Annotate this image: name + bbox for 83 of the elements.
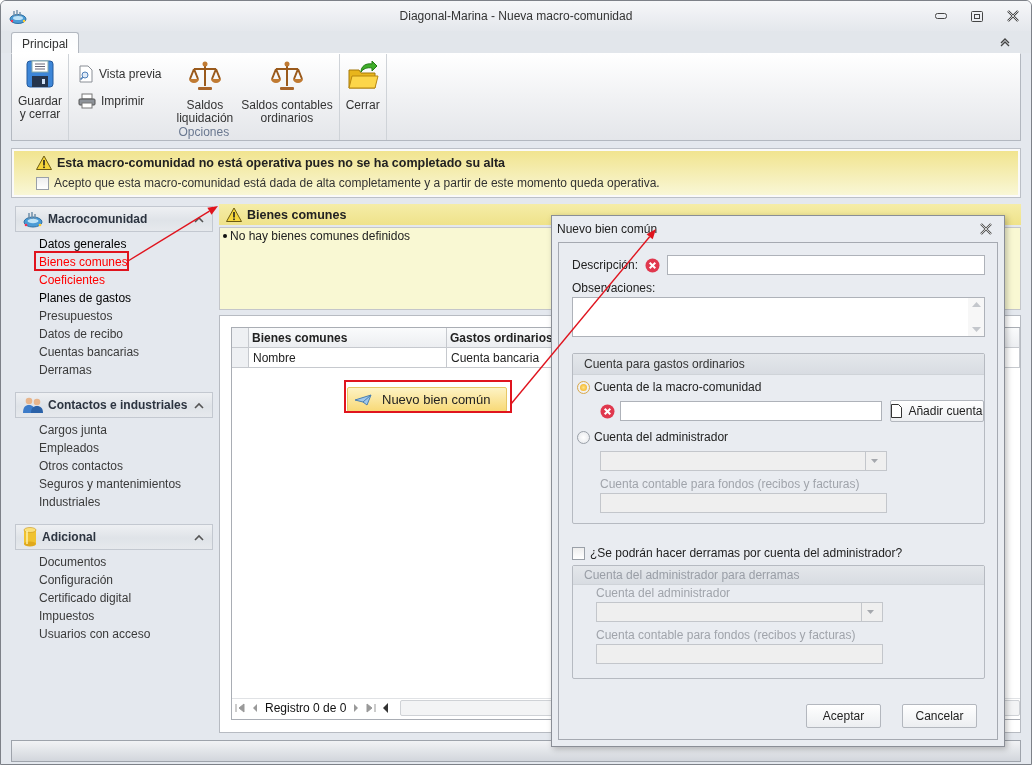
group-title: Cuenta del administrador para derramas <box>573 566 984 585</box>
field-label: Cuenta contable para fondos (recibos y facturas) <box>596 628 857 642</box>
column-header[interactable]: Bienes comunes <box>249 328 447 348</box>
nav-link[interactable]: Industriales <box>39 493 101 511</box>
field-label: Cuenta contable para fondos (recibos y facturas) <box>600 477 861 491</box>
warning-title: Esta macro-comunidad no está operativa pues no se ha completado su alta <box>57 155 506 170</box>
close-icon <box>980 223 992 235</box>
filter-cell[interactable]: Nombre <box>249 348 447 368</box>
row-indicator <box>232 348 249 368</box>
last-page-icon[interactable] <box>366 703 377 713</box>
checkbox[interactable]: ¿Se podrán hacer derramas por cuenta del administrador? <box>572 546 985 560</box>
people-icon <box>23 396 43 414</box>
section-title: Bienes comunes <box>247 207 347 222</box>
folder-arrow-icon <box>346 60 379 92</box>
document-magnifier-icon <box>78 65 95 83</box>
panel-header[interactable]: Adicional <box>15 524 213 550</box>
warning-icon <box>226 207 242 222</box>
close-button[interactable] <box>980 223 992 235</box>
dropdown-arrow-icon <box>867 610 874 614</box>
checkbox-label: Acepto que esta macro-comunidad está dada de alta completamente y a partir de este momento queda operativa. <box>54 176 660 190</box>
first-page-icon[interactable] <box>235 703 245 713</box>
radio-button[interactable]: Cuenta de la macro-comunidad <box>577 378 762 396</box>
ribbon-tab[interactable]: Principal <box>11 32 80 53</box>
toolbar-button[interactable]: Saldos contables ordinarios <box>240 60 334 125</box>
nav-link[interactable]: Documentos <box>39 553 107 571</box>
dropdown[interactable] <box>600 451 887 471</box>
document-icon <box>891 404 903 418</box>
nav-link[interactable]: Derramas <box>39 361 92 379</box>
row-indicator <box>232 328 249 348</box>
nav-link[interactable]: Configuración <box>39 571 114 589</box>
new-item-button[interactable]: Nuevo bien común <box>347 387 507 412</box>
nav-link[interactable]: Impuestos <box>39 607 95 625</box>
scroll-down-icon <box>971 327 981 332</box>
message-text: No hay bienes comunes definidos <box>230 229 411 243</box>
app-icon <box>9 8 27 24</box>
toolbar-button[interactable]: Cerrar <box>344 60 381 112</box>
text-area[interactable] <box>572 297 985 337</box>
close-icon <box>1007 10 1019 22</box>
nav-link[interactable]: Usuarios con acceso <box>39 625 151 643</box>
nav-link[interactable]: Datos generales <box>39 235 127 253</box>
nav-link[interactable]: Cuentas bancarias <box>39 343 140 361</box>
printer-icon <box>78 93 97 109</box>
toolbar-button[interactable]: Vista previa <box>78 65 162 83</box>
radio-button[interactable]: Cuenta del administrador <box>577 428 729 446</box>
collapse-ribbon-button[interactable] <box>999 37 1011 47</box>
input-field[interactable] <box>620 401 882 421</box>
dialog-button[interactable]: Cancelar <box>902 704 977 728</box>
dialog-title: Nuevo bien común <box>557 222 658 236</box>
field-label: Cuenta del administrador <box>596 586 732 600</box>
scales-icon <box>270 60 303 92</box>
input-field[interactable] <box>667 255 985 275</box>
group-label: Opciones <box>177 125 231 140</box>
double-chevron-icon <box>999 37 1011 47</box>
paper-plane-icon <box>354 393 372 406</box>
minimize-icon <box>935 13 947 19</box>
panel-header[interactable]: Macrocomunidad <box>15 206 213 232</box>
window-title: Diagonal-Marina - Nueva macro-comunidad <box>399 9 633 23</box>
nav-link[interactable]: Otros contactos <box>39 457 124 475</box>
bullet-icon <box>223 234 227 238</box>
dropdown[interactable] <box>596 602 883 622</box>
group-title: Cuenta para gastos ordinarios <box>573 354 984 375</box>
dropdown-arrow-icon <box>871 459 878 463</box>
add-account-button[interactable]: Añadir cuenta <box>889 400 984 422</box>
nav-link[interactable]: Certificado digital <box>39 589 132 607</box>
nav-link[interactable]: Cargos junta <box>39 421 108 439</box>
scroll-up-icon <box>971 302 981 307</box>
warning-icon <box>36 155 52 170</box>
toolbar-button[interactable]: Saldos liquidación <box>175 60 235 125</box>
panel-header[interactable]: Contactos e industriales <box>15 392 213 418</box>
dialog-button[interactable]: Aceptar <box>806 704 881 728</box>
cylinder-icon <box>23 527 37 547</box>
restore-icon <box>971 10 983 22</box>
nav-link[interactable]: Empleados <box>39 439 100 457</box>
nav-link[interactable]: Planes de gastos <box>39 289 132 307</box>
scales-icon <box>188 60 221 92</box>
checkbox[interactable] <box>36 176 49 190</box>
toolbar-button[interactable]: Imprimir <box>78 93 162 109</box>
nav-link[interactable]: Seguros y mantenimientos <box>39 475 182 493</box>
nav-link[interactable]: Presupuestos <box>39 307 113 325</box>
toolbar-button[interactable]: Guardar y cerrar <box>17 60 64 121</box>
nav-link[interactable]: Datos de recibo <box>39 325 124 343</box>
pool-icon <box>23 210 43 228</box>
pager-text: Registro 0 de 0 <box>265 701 347 715</box>
